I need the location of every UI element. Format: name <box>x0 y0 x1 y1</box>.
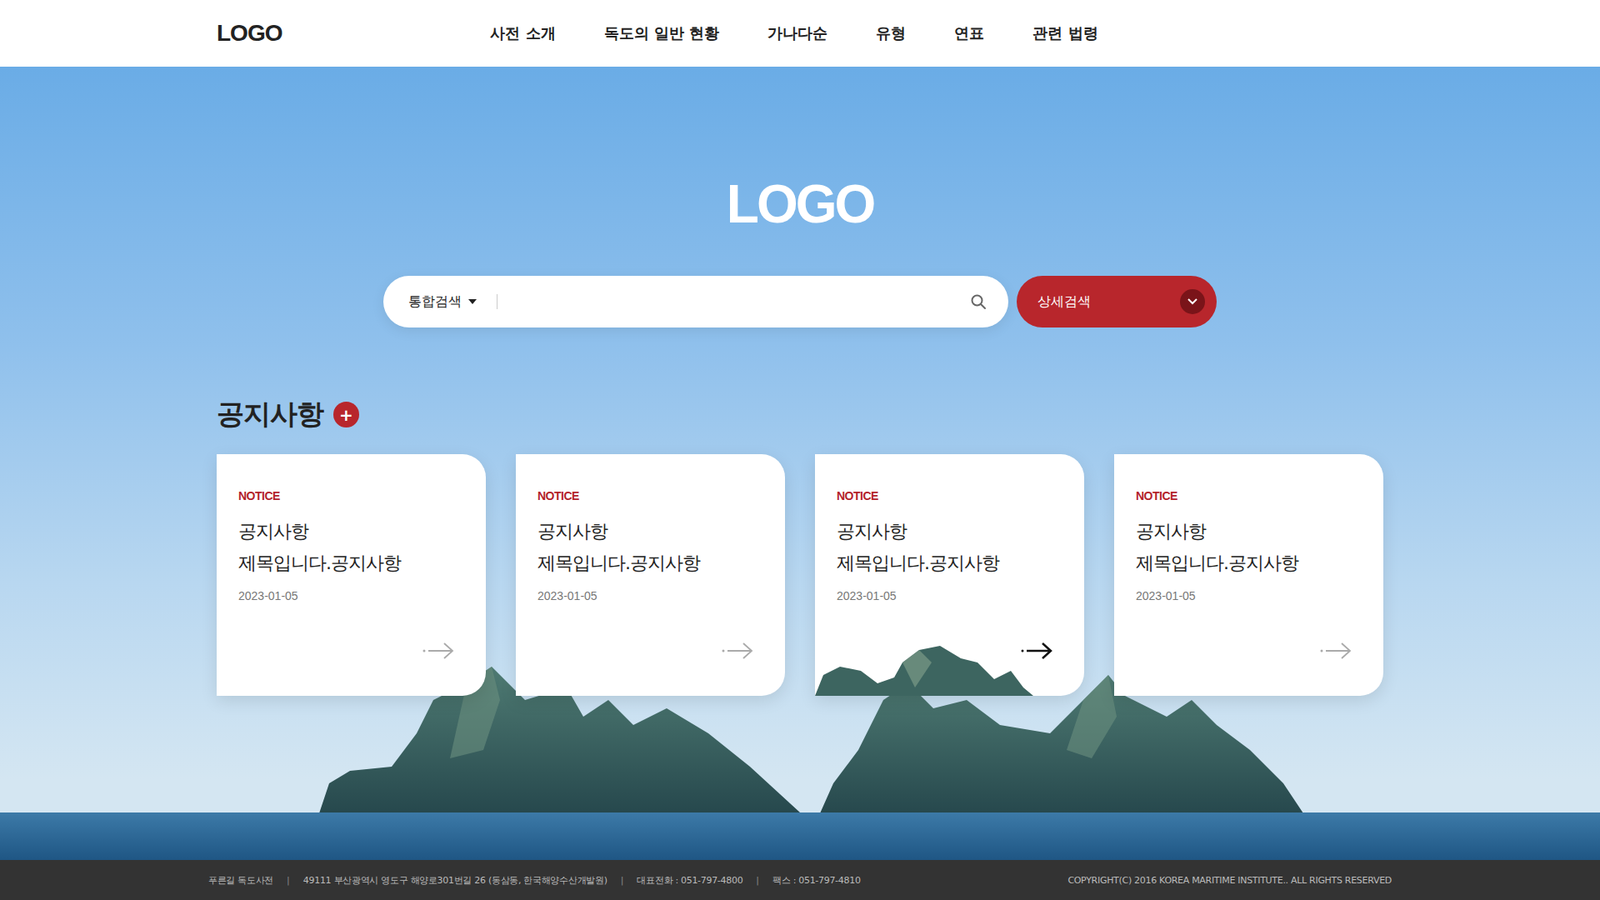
notice-card[interactable]: NOTICE 공지사항제목입니다.공지사항 2023-01-05 <box>815 454 1085 696</box>
arrow-right-icon <box>1320 640 1354 661</box>
notices-section: 공지사항+NOTICE공지사항제목입니다.공지사항2023-01-05NOTIC… <box>216 395 1384 696</box>
arrow-right-icon <box>721 640 755 661</box>
nav-item[interactable]: 관련 법령 <box>1032 23 1098 44</box>
hero-logo: LOGO <box>726 175 874 234</box>
card-date: 2023-01-05 <box>238 589 465 603</box>
notice-card[interactable]: NOTICE 공지사항제목입니다.공지사항 2023-01-05 <box>1114 454 1384 696</box>
footer-separator: | <box>620 875 625 886</box>
nav-item[interactable]: 연표 <box>954 23 985 44</box>
nav-item[interactable]: 독도의 일반 현황 <box>604 23 720 44</box>
search-divider <box>496 294 498 310</box>
card-tag: NOTICE <box>836 489 1063 503</box>
more-plus-icon[interactable]: + <box>333 401 360 428</box>
card-date: 2023-01-05 <box>836 589 1063 603</box>
footer-item: 대표전화 : 051-797-4800 <box>636 874 743 887</box>
card-tag: NOTICE <box>537 489 764 503</box>
caret-down-icon <box>468 299 477 305</box>
card-date: 2023-01-05 <box>537 589 764 603</box>
footer: 푸른길 독도사전 | 49111 부산광역시 영도구 해양로301번길 26 (동삼… <box>0 860 1600 900</box>
search-row: 통합검색 상세검색 <box>383 275 1217 328</box>
footer-separator: | <box>755 875 760 886</box>
copyright: COPYRIGHT(C) 2016 KOREA MARITIME INSTITU… <box>1067 875 1392 886</box>
nav-item[interactable]: 가나다순 <box>767 23 828 44</box>
nav-item[interactable]: 유형 <box>875 23 906 44</box>
card-island-image <box>815 637 1085 696</box>
arrow-right-icon <box>1020 640 1055 661</box>
footer-separator: | <box>286 875 290 886</box>
card-title: 공지사항제목입니다.공지사항 <box>537 515 764 580</box>
header: LOGO 사전 소개 독도의 일반 현황 가나다순 유형 연표 관련 법령 <box>0 0 1600 67</box>
card-tag: NOTICE <box>1135 489 1362 503</box>
card-tag: NOTICE <box>238 489 465 503</box>
search-box: 통합검색 <box>383 275 1009 328</box>
card-title: 공지사항제목입니다.공지사항 <box>238 515 465 580</box>
notice-card[interactable]: NOTICE 공지사항제목입니다.공지사항 2023-01-05 <box>515 454 785 696</box>
main-nav: 사전 소개 독도의 일반 현황 가나다순 유형 연표 관련 법령 <box>490 23 1098 44</box>
footer-item: 49111 부산광역시 영도구 해양로301번길 26 (동삼동, 한국해양수산… <box>303 874 608 887</box>
detail-search-button[interactable]: 상세검색 <box>1016 275 1217 328</box>
nav-item[interactable]: 사전 소개 <box>490 23 555 44</box>
hero: LOGO 통합검색 상세검색공지사항 + NOTICE 공지사항제목입니다.공지사항 202… <box>0 66 1600 860</box>
footer-item: 푸른길 독도사전 <box>208 874 274 887</box>
magnifier-icon[interactable] <box>970 293 987 310</box>
notices-title: 공지사항 <box>216 395 324 434</box>
search-input[interactable] <box>507 293 960 310</box>
card-title: 공지사항제목입니다.공지사항 <box>836 515 1063 580</box>
card-title: 공지사항제목입니다.공지사항 <box>1135 515 1362 580</box>
card-date: 2023-01-05 <box>1135 589 1362 603</box>
search-scope-select[interactable]: 통합검색 <box>408 293 477 311</box>
arrow-right-icon <box>422 640 456 661</box>
notice-card[interactable]: NOTICE 공지사항제목입니다.공지사항 2023-01-05 <box>216 454 486 696</box>
page: LOGO 사전 소개 독도의 일반 현황 가나다순 유형 연표 관련 법령 LOGO 통합검색 상… <box>0 0 1600 900</box>
header-logo[interactable]: LOGO <box>216 20 282 47</box>
chevron-down-icon <box>1180 289 1205 315</box>
footer-item: 팩스 : 051-797-4810 <box>772 874 861 887</box>
notice-cards: NOTICE 공지사항제목입니다.공지사항 2023-01-05 NOTICE 공지사항… <box>216 454 1384 696</box>
